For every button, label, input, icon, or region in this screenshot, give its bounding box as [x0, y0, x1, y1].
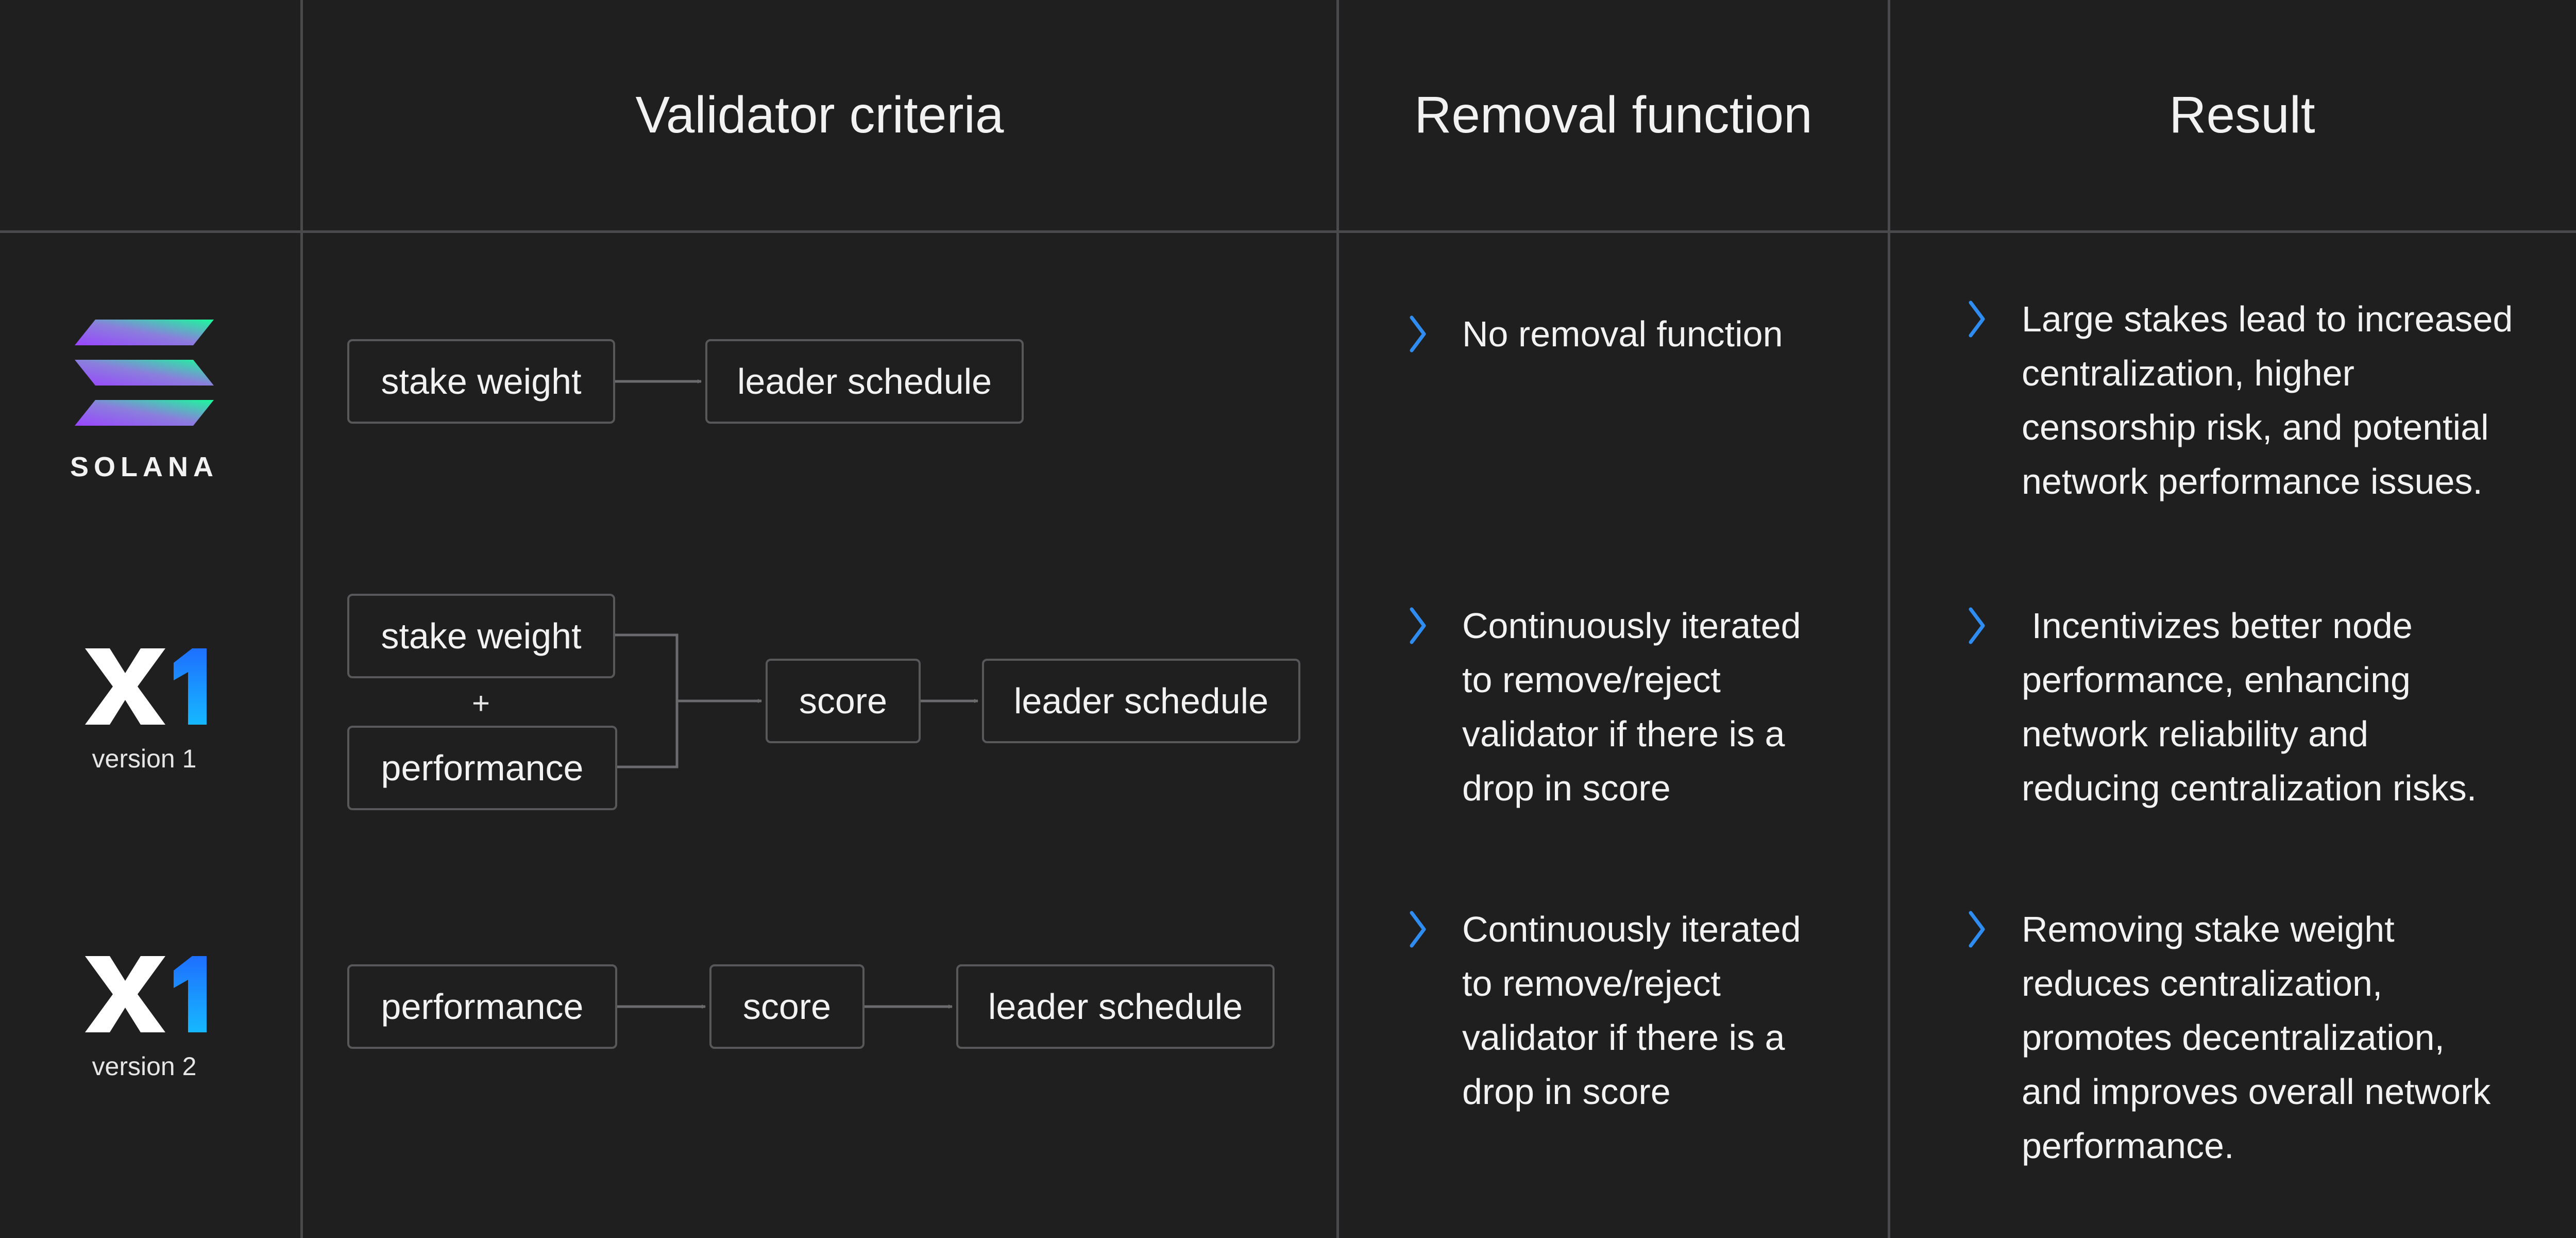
removal-text: No removal function [1462, 314, 1783, 354]
chevron-right-icon [1410, 911, 1426, 948]
bracket-connector [615, 633, 679, 768]
result-text: Incentivizes better node performance, en… [2022, 606, 2477, 808]
chevron-right-icon [1410, 315, 1426, 353]
chevron-right-icon [1969, 607, 1985, 644]
chevron-right-icon [1969, 300, 1985, 338]
result-text: Removing stake weight reduces centraliza… [2022, 909, 2491, 1166]
removal-text: Continuously iterated to remove/reject v… [1462, 606, 1801, 808]
chevron-right-icon [1969, 911, 1985, 948]
chevron-right-icon [1410, 607, 1426, 644]
result-text: Large stakes lead to increased centraliz… [2022, 299, 2513, 501]
removal-text: Continuously iterated to remove/reject v… [1462, 909, 1801, 1112]
